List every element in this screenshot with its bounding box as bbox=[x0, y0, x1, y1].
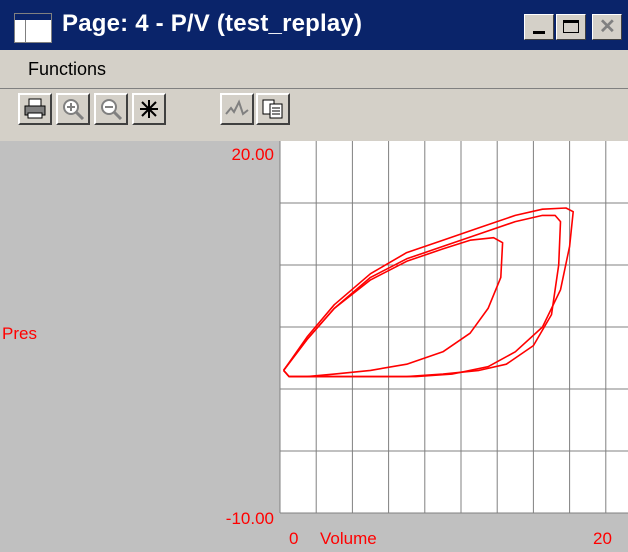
close-button[interactable]: ✕ bbox=[592, 14, 622, 40]
x-axis-max-label: 20 bbox=[593, 529, 612, 548]
minimize-button[interactable] bbox=[524, 14, 554, 40]
menu-bar: Functions bbox=[0, 50, 628, 89]
zoom-in-button[interactable] bbox=[56, 93, 90, 125]
waveform-button[interactable] bbox=[220, 93, 254, 125]
y-axis-min-label: -10.00 bbox=[225, 509, 274, 528]
zoom-out-button[interactable] bbox=[94, 93, 128, 125]
toolbar bbox=[0, 89, 628, 141]
plot-panel: 20.00 -10.00 Pres 0 Volume 20 bbox=[0, 141, 628, 552]
pv-loop-chart[interactable] bbox=[0, 141, 628, 552]
app-icon bbox=[14, 13, 52, 43]
y-axis-label: Pres bbox=[2, 324, 37, 343]
y-axis-max-label: 20.00 bbox=[231, 145, 274, 164]
menu-functions[interactable]: Functions bbox=[28, 59, 106, 80]
freeze-button[interactable] bbox=[132, 93, 166, 125]
maximize-icon bbox=[563, 20, 579, 33]
title-bar[interactable]: Page: 4 - P/V (test_replay) ✕ bbox=[0, 0, 628, 50]
minimize-icon bbox=[533, 31, 545, 34]
x-axis-min-label: 0 bbox=[289, 529, 299, 548]
printer-icon bbox=[24, 98, 46, 119]
waveform-icon bbox=[225, 99, 249, 116]
zoom-in-icon bbox=[63, 99, 85, 121]
pv-loop-window: Page: 4 - P/V (test_replay) ✕ Functions bbox=[0, 0, 628, 552]
freeze-icon bbox=[140, 100, 158, 118]
x-axis-label: Volume bbox=[320, 529, 377, 548]
maximize-button[interactable] bbox=[556, 14, 586, 40]
window-title: Page: 4 - P/V (test_replay) bbox=[62, 10, 363, 37]
copy-button[interactable] bbox=[256, 93, 290, 125]
zoom-out-icon bbox=[101, 99, 123, 121]
copy-icon bbox=[262, 99, 283, 119]
close-icon: ✕ bbox=[599, 16, 616, 38]
print-button[interactable] bbox=[18, 93, 52, 125]
